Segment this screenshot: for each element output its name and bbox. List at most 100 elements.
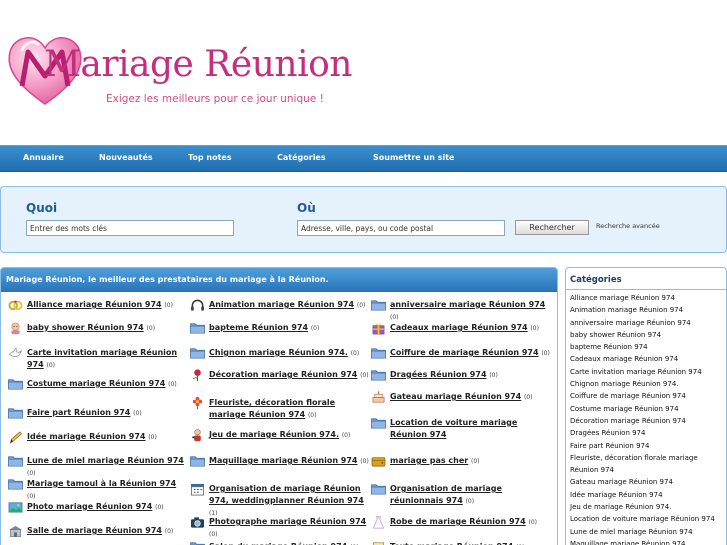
category-label: Location de voiture mariage Réunion 974 — [390, 417, 550, 441]
category-link[interactable]: Dragées Réunion 974 — [390, 370, 487, 379]
category-link[interactable]: Mariage tamoul à la Réunion 974 — [27, 479, 176, 488]
nav-soumettre-site[interactable]: Soumettre un site — [373, 153, 454, 162]
photo-icon — [8, 502, 23, 513]
folder-icon — [8, 379, 23, 390]
category-label: Animation mariage Réunion 974 (0) — [209, 299, 369, 312]
category-label: Fleuriste, décoration florale mariage Ré… — [209, 397, 369, 422]
category-label: Alliance mariage Réunion 974 (0) — [27, 299, 187, 312]
folder-icon — [190, 348, 205, 359]
rings-icon — [8, 300, 23, 311]
category-count: (0) — [209, 531, 218, 538]
sidebar-category-link[interactable]: Costume mariage Réunion 974 — [570, 403, 726, 415]
category-label: Mariage tamoul à la Réunion 974 (0) — [27, 478, 187, 503]
category-link[interactable]: Salle de mariage Réunion 974 — [27, 526, 162, 535]
sidebar-category-link[interactable]: Dragées Réunion 974 — [570, 427, 726, 439]
sidebar-category-link[interactable]: Location de voiture mariage Réunion 974 — [570, 513, 726, 525]
sidebar-category-link[interactable]: Faire part Réunion 974 — [570, 440, 726, 452]
category-link[interactable]: Alliance mariage Réunion 974 — [27, 300, 162, 309]
category-count: (0) — [360, 458, 369, 465]
category-label: bapteme Réunion 974 (0) — [209, 322, 369, 335]
category-link[interactable]: baby shower Réunion 974 — [27, 323, 144, 332]
category-link[interactable]: Photo mariage Réunion 974 — [27, 502, 152, 511]
sidebar-category-link[interactable]: baby shower Réunion 974 — [570, 329, 726, 341]
sidebar-category-link[interactable]: Chignon mariage Réunion 974. — [570, 378, 726, 390]
sidebar-category-link[interactable]: Maquillage mariage Réunion 974 — [570, 538, 726, 545]
category-link[interactable]: Coiffure de mariage Réunion 974 — [390, 348, 539, 357]
category-label: Salon du mariage Réunion 974 (0) — [209, 541, 369, 545]
category-link[interactable]: Costume mariage Réunion 974 — [27, 379, 165, 388]
category-count: (0) — [465, 498, 475, 505]
category-link[interactable]: Organisation de mariage réunionnais 974 — [390, 484, 502, 505]
category-link[interactable]: Lune de miel mariage Réunion 974 — [27, 456, 184, 465]
cake-icon — [372, 391, 385, 403]
nav-nouveautes[interactable]: Nouveautés — [99, 153, 153, 162]
category-link[interactable]: Robe de mariage Réunion 974 — [390, 517, 526, 526]
camera-icon — [190, 517, 205, 528]
category-label: Salle de mariage Réunion 974 (0) — [27, 525, 187, 538]
folder-icon — [8, 456, 23, 467]
page: Mariage Réunion Exigez les meilleurs pou… — [0, 0, 727, 545]
category-label: Texte mariage Réunion 974 (0) — [390, 541, 550, 545]
folder-icon — [8, 408, 23, 419]
sidebar-category-link[interactable]: Décoration mariage Réunion 974 — [570, 415, 726, 427]
sidebar-category-link[interactable]: Cadeaux mariage Réunion 974 — [570, 353, 726, 365]
sidebar-category-link[interactable]: Coiffure de mariage Réunion 974 — [570, 390, 726, 402]
category-label: Idée mariage Réunion 974 (0) — [27, 431, 187, 444]
folder-icon — [371, 300, 386, 311]
category-count: (0) — [310, 325, 320, 332]
category-link[interactable]: Chignon mariage Réunion 974. — [209, 348, 348, 357]
category-count: (0) — [164, 302, 173, 309]
category-link[interactable]: Idée mariage Réunion 974 — [27, 432, 146, 441]
nav-annuaire[interactable]: Annuaire — [23, 153, 64, 162]
search-button[interactable]: Rechercher — [515, 220, 589, 235]
category-label: Robe de mariage Réunion 974 (0) — [390, 516, 550, 529]
category-count: (0) — [307, 412, 317, 419]
calendar-icon — [191, 483, 204, 496]
sidebar-category-link[interactable]: Lune de miel mariage Réunion 974 — [570, 526, 726, 538]
category-count: (0) — [530, 325, 539, 332]
category-link[interactable]: Photographe mariage Réunion 974 — [209, 517, 366, 526]
category-link[interactable]: Location de voiture mariage Réunion 974 — [390, 418, 517, 439]
category-label: Organisation de mariage réunionnais 974 … — [390, 483, 550, 508]
category-link[interactable]: Faire part Réunion 974 — [27, 408, 130, 417]
category-label: Carte invitation mariage Réunion 974 (0) — [27, 347, 187, 372]
category-link[interactable]: Cadeaux mariage Réunion 974 — [390, 323, 528, 332]
category-link[interactable]: Gateau mariage Réunion 974 — [390, 392, 521, 401]
ou-label: Où — [297, 201, 316, 215]
sidebar-category-link[interactable]: Alliance mariage Réunion 974 — [570, 292, 726, 304]
sidebar-category-link[interactable]: bapteme Réunion 974 — [570, 341, 726, 353]
category-count: (0) — [27, 493, 36, 500]
sidebar-category-link[interactable]: anniversaire mariage Réunion 974 — [570, 317, 726, 329]
category-link[interactable]: Jeu de mariage Réunion 974. — [209, 430, 339, 439]
sidebar-category-link[interactable]: Carte invitation mariage Réunion 974 — [570, 366, 726, 378]
sidebar-category-link[interactable]: Animation mariage Réunion 974 — [570, 304, 726, 316]
category-link[interactable]: Animation mariage Réunion 974 — [209, 300, 354, 309]
category-label: Décoration mariage Réunion 974 (0) — [209, 369, 369, 382]
quoi-input[interactable] — [26, 220, 234, 236]
ou-input[interactable] — [297, 220, 505, 236]
sidebar-category-link[interactable]: Fleuriste, décoration florale mariage Ré… — [570, 452, 726, 477]
sidebar-category-link[interactable]: Idée mariage Réunion 974 — [570, 489, 726, 501]
category-link[interactable]: bapteme Réunion 974 — [209, 323, 308, 332]
site-logo[interactable]: Mariage Réunion Exigez les meilleurs pou… — [4, 24, 352, 124]
category-link[interactable]: Organisation de mariage Réunion 974, wed… — [209, 484, 364, 505]
category-link[interactable]: Décoration mariage Réunion 974 — [209, 370, 357, 379]
sidebar-category-link[interactable]: Gateau mariage Réunion 974 — [570, 476, 726, 488]
category-link[interactable]: mariage pas cher — [390, 456, 468, 465]
category-link[interactable]: Maquillage mariage Réunion 974 — [209, 456, 358, 465]
category-count: (0) — [164, 528, 174, 535]
category-label: Photo mariage Réunion 974 (0) — [27, 501, 187, 514]
advanced-search-link[interactable]: Recherche avancée — [596, 222, 660, 230]
flower-icon — [192, 396, 203, 410]
sidebar-category-link[interactable]: Jeu de mariage Réunion 974. — [570, 501, 726, 513]
category-label: Coiffure de mariage Réunion 974 (0) — [390, 347, 550, 360]
folder-icon — [190, 456, 205, 467]
category-count: (0) — [146, 325, 156, 332]
folder-icon — [371, 348, 386, 359]
nav-top-notes[interactable]: Top notes — [188, 153, 232, 162]
folder-icon — [190, 323, 205, 334]
category-count: (0) — [541, 350, 550, 357]
category-link[interactable]: anniversaire mariage Réunion 974 — [390, 300, 545, 309]
nav-categories[interactable]: Catégories — [277, 153, 326, 162]
folder-icon — [371, 418, 386, 429]
